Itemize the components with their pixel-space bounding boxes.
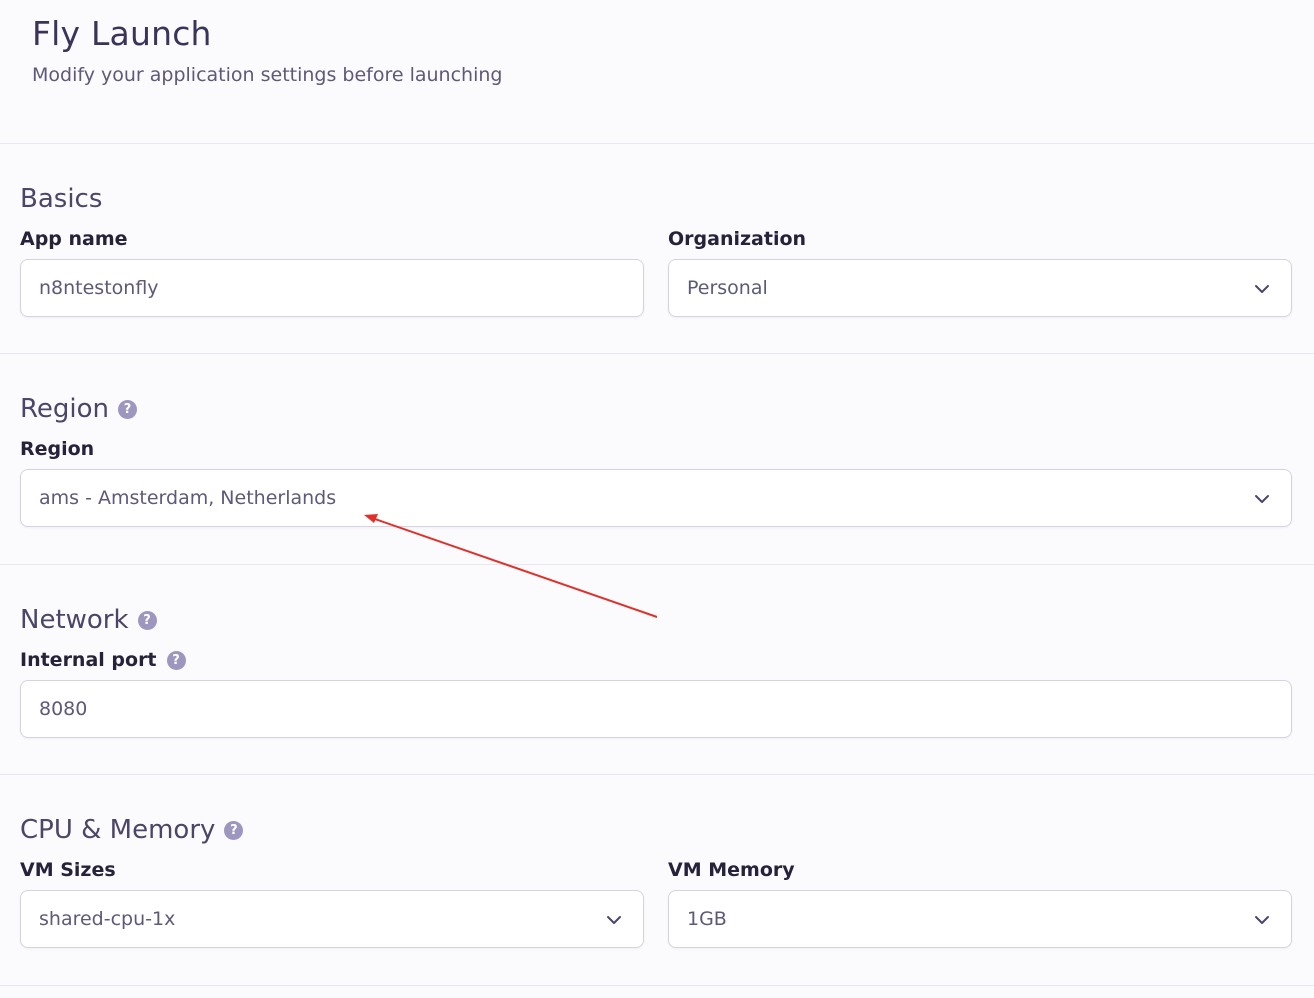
app-name-label-text: App name xyxy=(20,228,128,250)
cpu-memory-section: CPU & Memory ? VM Sizes shared-cpu-1x VM… xyxy=(0,775,1314,986)
region-label-text: Region xyxy=(20,438,95,460)
vm-sizes-select[interactable]: shared-cpu-1x xyxy=(20,890,644,948)
basics-title-text: Basics xyxy=(20,184,103,214)
chevron-down-icon xyxy=(1255,285,1269,293)
internal-port-label-text: Internal port xyxy=(20,649,157,671)
vm-sizes-value: shared-cpu-1x xyxy=(39,908,176,930)
app-name-label: App name xyxy=(20,228,128,250)
question-circle-icon[interactable]: ? xyxy=(166,650,186,670)
network-title-text: Network xyxy=(20,605,129,635)
organization-label: Organization xyxy=(668,228,806,250)
chevron-down-icon xyxy=(607,916,621,924)
page-header: Fly Launch Modify your application setti… xyxy=(0,0,1314,144)
app-name-input[interactable]: n8ntestonfly xyxy=(20,259,644,317)
region-label: Region xyxy=(20,438,94,460)
internal-port-input[interactable]: 8080 xyxy=(20,680,1292,738)
vm-sizes-label-text: VM Sizes xyxy=(20,859,116,881)
organization-label-text: Organization xyxy=(668,228,807,250)
cpu-memory-title-text: CPU & Memory xyxy=(20,815,216,845)
page-title: Fly Launch xyxy=(32,14,212,53)
vm-memory-value: 1GB xyxy=(687,908,727,930)
region-title-text: Region xyxy=(20,394,110,424)
organization-value: Personal xyxy=(687,277,768,299)
region-select[interactable]: ams - Amsterdam, Netherlands xyxy=(20,469,1292,527)
vm-memory-label-text: VM Memory xyxy=(668,859,795,881)
app-name-value: n8ntestonfly xyxy=(39,277,159,299)
cpu-memory-section-title: CPU & Memory ? xyxy=(20,815,244,845)
internal-port-label: Internal port ? xyxy=(20,649,186,671)
region-value: ams - Amsterdam, Netherlands xyxy=(39,487,337,509)
internal-port-value: 8080 xyxy=(39,698,88,720)
chevron-down-icon xyxy=(1255,495,1269,503)
fly-launch-page: Fly Launch Modify your application setti… xyxy=(0,0,1314,998)
organization-select[interactable]: Personal xyxy=(668,259,1292,317)
region-section-title: Region ? xyxy=(20,394,138,424)
vm-memory-label: VM Memory xyxy=(668,859,795,881)
question-circle-icon[interactable]: ? xyxy=(137,610,157,630)
vm-memory-select[interactable]: 1GB xyxy=(668,890,1292,948)
question-circle-icon[interactable]: ? xyxy=(118,399,138,419)
basics-section-title: Basics xyxy=(20,184,102,214)
network-section-title: Network ? xyxy=(20,605,157,635)
network-section: Network ? Internal port ? 8080 xyxy=(0,565,1314,775)
basics-section: Basics App name n8ntestonfly Organizatio… xyxy=(0,144,1314,354)
chevron-down-icon xyxy=(1255,916,1269,924)
page-subtitle: Modify your application settings before … xyxy=(32,64,503,86)
vm-sizes-label: VM Sizes xyxy=(20,859,116,881)
question-circle-icon[interactable]: ? xyxy=(224,820,244,840)
region-section: Region ? Region ams - Amsterdam, Netherl… xyxy=(0,354,1314,565)
